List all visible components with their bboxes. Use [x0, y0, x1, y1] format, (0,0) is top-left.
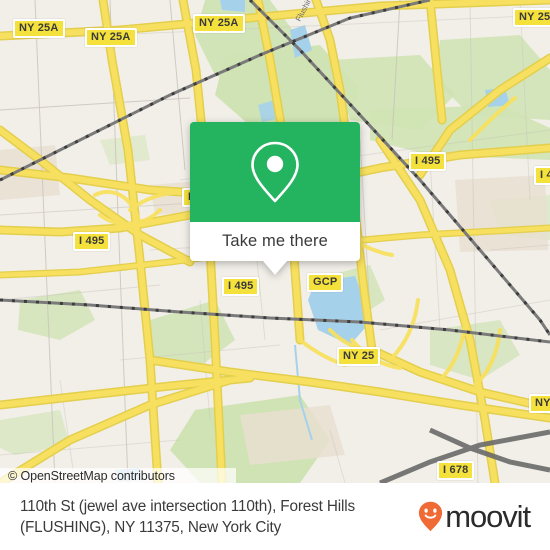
- moovit-wordmark: moovit: [445, 499, 531, 534]
- caption-line-2: (FLUSHING), NY 11375, New York City: [20, 518, 282, 536]
- location-popup-card[interactable]: Take me there: [190, 122, 360, 275]
- attribution-text: © OpenStreetMap contributors: [8, 468, 175, 483]
- popup-action-row[interactable]: Take me there: [190, 222, 360, 261]
- caption-line-1: 110th St (jewel ave intersection 110th),…: [20, 497, 355, 515]
- footer-bar: 110th St (jewel ave intersection 110th),…: [0, 483, 550, 550]
- moovit-map-screenshot: Flushing NY 25ANY 25ANY 25ANY 25AI 495I …: [0, 0, 550, 550]
- popup-header: [190, 122, 360, 222]
- map-pin-icon: [251, 141, 299, 203]
- moovit-logo[interactable]: moovit: [418, 501, 540, 532]
- popup-pointer-tail: [263, 261, 287, 275]
- take-me-there-label: Take me there: [222, 232, 328, 250]
- location-caption: 110th St (jewel ave intersection 110th),…: [20, 496, 418, 538]
- moovit-pin-smiley-icon: [419, 501, 443, 532]
- osm-attribution[interactable]: © OpenStreetMap contributors: [0, 468, 236, 483]
